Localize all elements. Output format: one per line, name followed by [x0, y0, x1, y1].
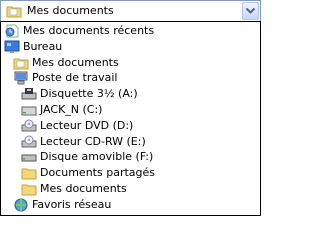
list-item-label: Bureau: [23, 39, 63, 53]
network-places-icon: [14, 198, 28, 212]
list-item-label: Disque amovible (F:): [40, 150, 154, 164]
my-documents-icon: [13, 58, 29, 70]
list-item-label: JACK_N (C:): [40, 103, 103, 116]
recent-documents-icon: [5, 24, 19, 38]
list-item-label: Favoris réseau: [32, 197, 112, 211]
list-item-label: Mes documents récents: [23, 24, 155, 37]
removable-disk-icon: [21, 154, 37, 162]
floppy-drive-icon: [21, 88, 37, 100]
desktop-icon: [4, 40, 20, 53]
list-item-label: Lecteur DVD (D:): [40, 118, 134, 132]
combo-selected-label: Mes documents: [27, 4, 114, 17]
list-item-label: Disquette 3½ (A:): [40, 87, 138, 101]
cd-drive-icon: [21, 135, 37, 148]
dropdown-button[interactable]: [242, 2, 259, 20]
folder-icon: [21, 184, 37, 196]
list-item-label: Documents partagés: [40, 166, 155, 180]
list-item-label: Mes documents: [40, 182, 127, 195]
chevron-down-icon: [246, 8, 255, 14]
hard-drive-icon: [21, 106, 37, 116]
combo-field[interactable]: Mes documents: [0, 0, 261, 22]
my-documents-icon: [6, 6, 22, 18]
list-item-label: Poste de travail: [32, 71, 118, 85]
list-item-label: Mes documents: [32, 55, 119, 69]
dropdown-list[interactable]: Mes documents récents Bureau Mes documents…: [0, 21, 261, 216]
folder-icon: [21, 168, 37, 180]
list-item-label: Lecteur CD-RW (E:): [40, 134, 146, 148]
dvd-drive-icon: [21, 119, 37, 132]
look-in-combobox[interactable]: Mes documents Mes documents récents Burea…: [0, 0, 261, 216]
my-computer-icon: [14, 71, 28, 85]
